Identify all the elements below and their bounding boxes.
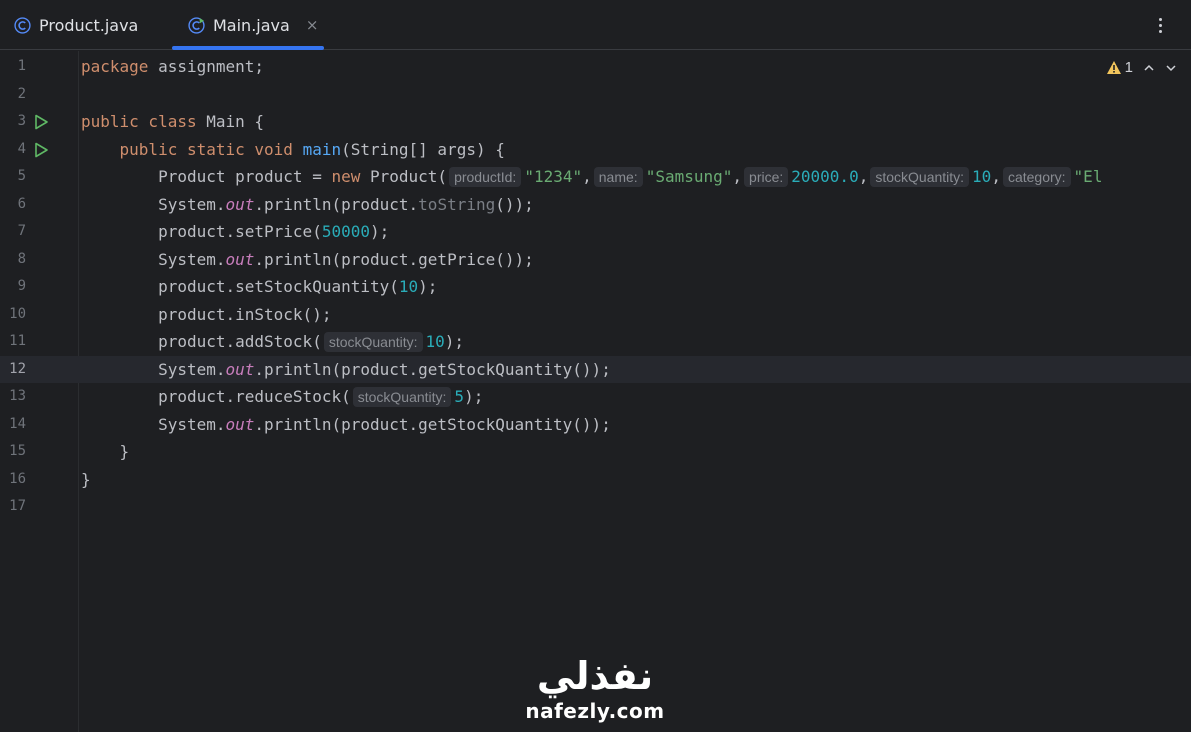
parameter-hint: price: (744, 167, 789, 187)
line-number: 5 (17, 168, 26, 184)
line-number: 1 (17, 58, 26, 74)
parameter-hint: stockQuantity: (323, 332, 423, 352)
code-line[interactable]: 2 (0, 81, 1191, 109)
parameter-hint: category: (1002, 167, 1071, 187)
code-text: product.setStockQuantity(10); (81, 277, 438, 296)
code-line[interactable]: 8 System.out.println(product.getPrice())… (0, 246, 1191, 274)
run-main-icon[interactable] (33, 142, 49, 158)
line-number: 11 (9, 333, 26, 349)
line-number: 9 (17, 278, 26, 294)
code-text: Product product = new Product(productId:… (81, 167, 1103, 187)
parameter-hint: productId: (449, 167, 522, 187)
tab-label: Main.java (213, 15, 290, 35)
tab-product-java[interactable]: Product.java (14, 0, 138, 50)
more-options-icon[interactable] (1153, 14, 1167, 36)
code-text: product.reduceStock(stockQuantity: 5); (81, 387, 484, 407)
java-class-icon (14, 16, 31, 34)
line-number: 13 (9, 388, 26, 404)
line-number: 6 (17, 195, 26, 212)
code-line[interactable]: 17 (0, 493, 1191, 521)
code-text: product.addStock(stockQuantity: 10); (81, 332, 465, 352)
code-text: System.out.println(product.getStockQuant… (81, 414, 611, 434)
code-text: public class Main { (81, 112, 265, 131)
code-line[interactable]: 3 public class Main { (0, 108, 1191, 136)
code-text: System.out.println(product.getPrice()); (81, 249, 534, 269)
code-line[interactable]: 13 product.reduceStock(stockQuantity: 5); (0, 383, 1191, 411)
line-number: 16 (9, 470, 26, 487)
line-number: 15 (9, 443, 26, 459)
code-line[interactable]: 11 product.addStock(stockQuantity: 10); (0, 328, 1191, 356)
code-line[interactable]: 14 System.out.println(product.getStockQu… (0, 411, 1191, 439)
close-icon[interactable]: × (306, 16, 319, 34)
line-number: 4 (17, 140, 26, 157)
watermark-arabic-logo: نفذلي (536, 654, 654, 698)
code-line[interactable]: 10 product.inStock(); (0, 301, 1191, 329)
code-text: public static void main(String[] args) { (119, 139, 505, 159)
parameter-hint: stockQuantity: (352, 387, 452, 407)
line-number: 3 (17, 113, 26, 129)
code-line[interactable]: 1 package assignment; (0, 53, 1191, 81)
code-line-current[interactable]: 12 System.out.println(product.getStockQu… (0, 355, 1191, 383)
code-line[interactable]: 5 Product product = new Product(productI… (0, 163, 1191, 191)
line-number: 17 (9, 498, 26, 514)
run-class-icon[interactable] (33, 114, 49, 130)
code-text: System.out.println(product.getStockQuant… (81, 359, 611, 379)
line-number: 14 (9, 415, 26, 432)
code-line[interactable]: 6 System.out.println(product.toString())… (0, 191, 1191, 219)
code-text: package assignment; (81, 57, 265, 76)
code-text: System.out.println(product.toString()); (81, 194, 534, 214)
line-number: 8 (17, 250, 26, 267)
tab-main-java[interactable]: Main.java × (188, 0, 318, 50)
code-text: } (81, 469, 91, 489)
line-number: 10 (9, 305, 26, 322)
tab-label: Product.java (39, 15, 139, 35)
line-number: 2 (17, 85, 26, 102)
code-text: product.inStock(); (81, 304, 332, 324)
parameter-hint: name: (593, 167, 643, 187)
parameter-hint: stockQuantity: (870, 167, 970, 187)
nafezly-watermark: نفذلي nafezly.com (520, 652, 670, 722)
code-line[interactable]: 9 product.setStockQuantity(10); (0, 273, 1191, 301)
editor-tab-bar: Product.java Main.java × (0, 0, 1191, 50)
code-line[interactable]: 7 product.setPrice(50000); (0, 218, 1191, 246)
code-line[interactable]: 15 } (0, 438, 1191, 466)
java-class-run-icon (188, 16, 205, 34)
code-text: } (81, 442, 130, 461)
watermark-domain: nafezly.com (525, 699, 665, 723)
line-number: 12 (9, 360, 26, 377)
code-line[interactable]: 16 } (0, 466, 1191, 494)
active-tab-indicator (172, 46, 324, 50)
code-editor[interactable]: 1 1 package assignment; 2 3 public class… (0, 51, 1191, 732)
code-line[interactable]: 4 public static void main(String[] args)… (0, 136, 1191, 164)
line-number: 7 (17, 223, 26, 239)
code-text: product.setPrice(50000); (81, 222, 390, 241)
